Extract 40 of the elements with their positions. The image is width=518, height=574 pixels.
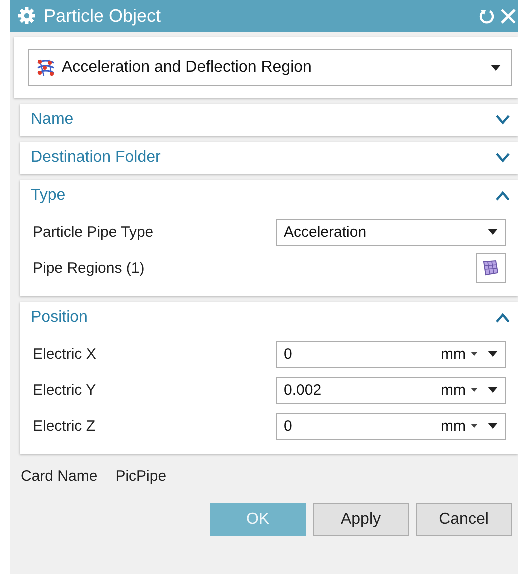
field-label: Electric Y xyxy=(33,382,96,398)
field-label: Electric Z xyxy=(33,418,96,434)
dropdown-arrow-icon xyxy=(488,351,498,357)
object-type-dropdown[interactable]: Acceleration and Deflection Region xyxy=(28,49,512,86)
number-field[interactable]: 0.002 mm xyxy=(276,376,506,404)
field-label: Particle Pipe Type xyxy=(33,224,154,240)
settings-icon xyxy=(18,7,36,25)
section-title[interactable]: Name xyxy=(31,111,74,129)
dropdown-arrow-icon xyxy=(488,387,498,393)
number-field[interactable]: 0 mm xyxy=(276,340,506,368)
grid-table-icon xyxy=(483,260,499,276)
section-title[interactable]: Type xyxy=(31,187,66,205)
field-label: Electric X xyxy=(33,346,96,362)
card-name-value: PicPipe xyxy=(116,468,167,485)
expand-chevron-icon[interactable] xyxy=(496,115,510,125)
unit-caret-icon xyxy=(471,352,478,356)
reset-icon[interactable] xyxy=(479,8,495,24)
dropdown-arrow-icon xyxy=(488,423,498,429)
table-button[interactable] xyxy=(476,253,506,283)
close-icon[interactable] xyxy=(501,8,516,24)
dropdown-arrow-icon xyxy=(491,64,501,70)
section-title[interactable]: Position xyxy=(31,309,88,327)
collapse-chevron-icon[interactable] xyxy=(496,191,510,201)
section-title[interactable]: Destination Folder xyxy=(31,149,161,167)
particle-region-icon xyxy=(36,58,56,78)
collapse-chevron-icon[interactable] xyxy=(496,313,510,323)
dialog-button[interactable]: Cancel xyxy=(416,503,512,536)
card-name-label: Card Name xyxy=(21,468,98,485)
number-field[interactable]: 0 mm xyxy=(276,412,506,440)
dropdown-arrow-icon xyxy=(488,229,498,235)
unit-caret-icon xyxy=(471,424,478,428)
dropdown[interactable]: Acceleration xyxy=(276,218,506,246)
window-title: Particle Object xyxy=(44,6,162,26)
unit-dropdown[interactable]: mm xyxy=(441,418,478,434)
expand-chevron-icon[interactable] xyxy=(496,153,510,163)
unit-caret-icon xyxy=(471,388,478,392)
dialog-button[interactable]: Apply xyxy=(313,503,409,536)
unit-dropdown[interactable]: mm xyxy=(441,382,478,398)
unit-dropdown[interactable]: mm xyxy=(441,346,478,362)
field-label: Pipe Regions (1) xyxy=(33,260,145,276)
